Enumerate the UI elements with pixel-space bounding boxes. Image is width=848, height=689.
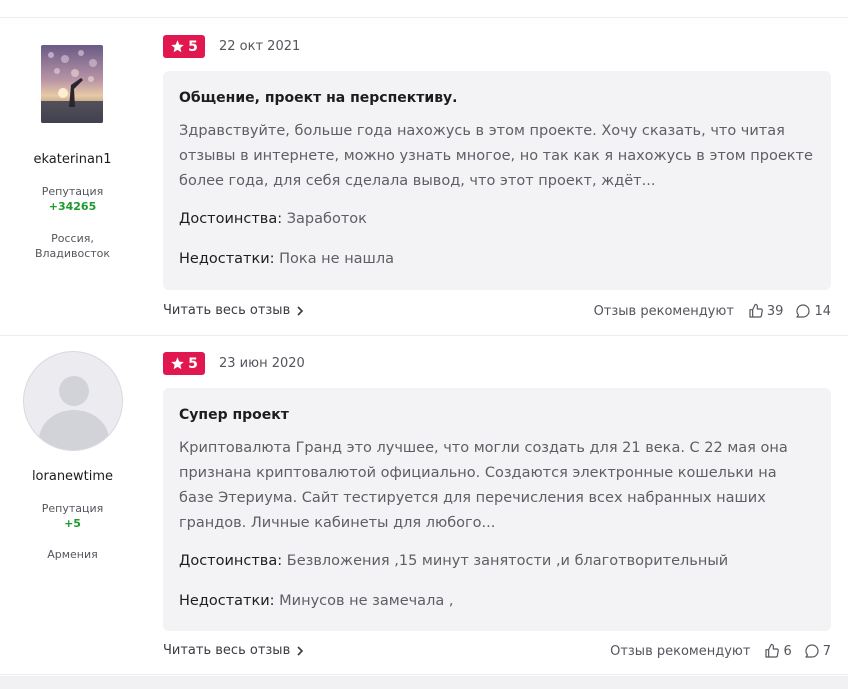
comment-button[interactable]: 14 [795, 303, 831, 319]
avatar[interactable] [41, 45, 103, 123]
cons-value: Минусов не замечала , [279, 593, 454, 609]
like-button[interactable]: 39 [748, 303, 784, 319]
thumbs-up-icon [749, 303, 763, 318]
review-title[interactable]: Супер проект [179, 406, 815, 424]
reputation-label: Репутация [41, 502, 104, 515]
pros-label: Достоинства: [179, 211, 283, 227]
reputation-value: +5 [64, 517, 81, 530]
reputation-value: +34265 [48, 200, 97, 213]
read-more-link[interactable]: Читать весь отзыв [163, 643, 304, 658]
location: Россия, Владивосток [0, 231, 145, 261]
rating-badge: 5 [163, 35, 205, 58]
comment-count: 14 [814, 303, 831, 319]
cons-label: Недостатки: [179, 251, 275, 267]
read-more-label: Читать весь отзыв [163, 643, 291, 658]
read-more-link[interactable]: Читать весь отзыв [163, 303, 304, 318]
review-date: 23 июн 2020 [219, 356, 305, 371]
review-cons: Недостатки: Минусов не замечала , [179, 591, 815, 611]
rating-value: 5 [188, 355, 198, 372]
star-icon [171, 357, 184, 370]
comment-count: 7 [822, 643, 831, 659]
review-bubble: Общение, проект на перспективу. Здравств… [163, 71, 831, 290]
review-text: Здравствуйте, больше года нахожусь в это… [179, 123, 813, 189]
chevron-right-icon [297, 645, 304, 656]
review-pros: Достоинства: Безвложения ,15 минут занят… [179, 551, 815, 571]
location-country: Россия, [51, 232, 94, 245]
thumbs-up-icon [765, 643, 780, 658]
like-count: 6 [783, 643, 792, 659]
username[interactable]: loranewtime [0, 469, 145, 484]
avatar-placeholder-body [39, 410, 109, 450]
review-footer-stats: Отзыв рекомендуют 39 14 [594, 303, 831, 319]
review-cons: Недостатки: Пока не нашла [179, 249, 815, 269]
cons-value: Пока не нашла [279, 251, 394, 267]
pros-label: Достоинства: [179, 553, 283, 569]
location-country: Армения [47, 548, 98, 561]
review-bubble: Супер проект Криптовалюта Гранд это лучш… [163, 388, 831, 631]
location: Армения [0, 547, 145, 562]
star-icon [171, 40, 184, 53]
review-card: ekaterinan1 Репутация +34265 Россия, Вла… [0, 19, 848, 336]
avatar[interactable] [23, 351, 123, 451]
recommend-label: Отзыв рекомендуют [593, 303, 734, 319]
review-title[interactable]: Общение, проект на перспективу. [179, 89, 815, 107]
review-date: 22 окт 2021 [219, 39, 301, 54]
chevron-right-icon [297, 305, 304, 316]
comment-icon [805, 644, 819, 658]
rating-badge: 5 [163, 352, 205, 375]
location-city: Владивосток [34, 247, 111, 260]
comment-icon [796, 304, 811, 318]
review-text: Криптовалюта Гранд это лучшее, что могли… [179, 440, 788, 531]
pros-value: Заработок [286, 211, 367, 227]
avatar-placeholder-head [59, 376, 89, 406]
like-count: 39 [766, 303, 784, 319]
read-more-label: Читать весь отзыв [163, 303, 291, 318]
review-pros: Достоинства: Заработок [179, 209, 815, 229]
top-strip [0, 0, 848, 18]
bottom-band [0, 676, 848, 689]
reputation-label: Репутация [41, 185, 104, 198]
pros-value: Безвложения ,15 минут занятости ,и благо… [286, 553, 729, 569]
rating-value: 5 [188, 38, 198, 55]
username[interactable]: ekaterinan1 [0, 152, 145, 167]
cons-label: Недостатки: [179, 593, 275, 609]
comment-button[interactable]: 7 [804, 643, 831, 659]
recommend-label: Отзыв рекомендуют [610, 643, 751, 659]
review-footer-stats: Отзыв рекомендуют 6 7 [610, 643, 831, 659]
review-card: loranewtime Репутация +5 Армения 5 23 ию… [0, 337, 848, 675]
like-button[interactable]: 6 [764, 643, 792, 659]
